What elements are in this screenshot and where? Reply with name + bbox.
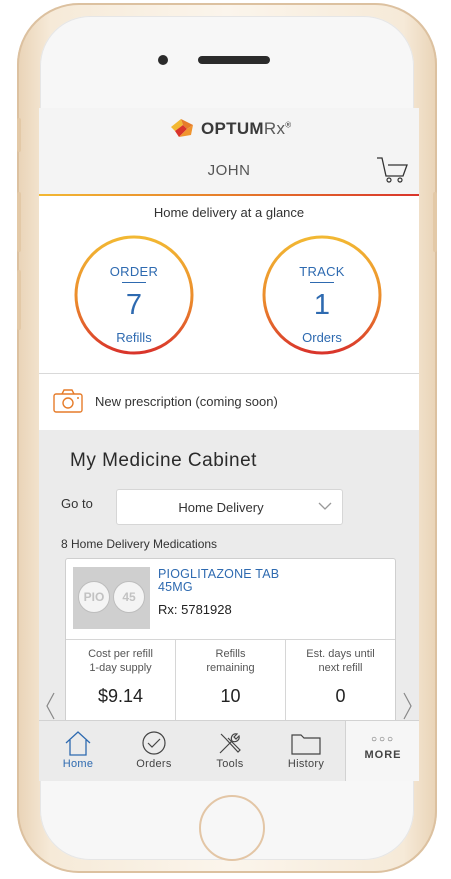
- tab-orders-label: Orders: [136, 758, 172, 770]
- pill-right: 45: [113, 581, 145, 613]
- new-prescription-row[interactable]: New prescription (coming soon): [39, 374, 419, 430]
- days-stat: Est. days until next refill 0: [286, 640, 395, 728]
- app-screen: OPTUMRx® JOHN Home delivery at a glance …: [39, 108, 419, 781]
- order-label-underline: [122, 282, 146, 283]
- cost-label-line2: 1-day supply: [89, 662, 152, 674]
- days-value: 0: [335, 686, 346, 706]
- drug-name[interactable]: PIOGLITAZONE TAB 45MG: [158, 568, 288, 594]
- more-label: MORE: [364, 749, 402, 761]
- order-label: ORDER: [109, 264, 159, 279]
- folder-icon: [291, 734, 321, 755]
- drug-name-line2: 45MG: [158, 580, 193, 594]
- cart-icon[interactable]: [375, 154, 409, 184]
- brand-suffix: Rx: [263, 119, 286, 138]
- chevron-right-icon[interactable]: [403, 692, 413, 720]
- brand-mark: ®: [285, 120, 292, 130]
- mute-switch: [17, 118, 21, 152]
- earpiece-speaker: [198, 56, 270, 64]
- refills-stat: Refills remaining 10: [176, 640, 286, 728]
- order-sublabel: Refills: [116, 330, 152, 345]
- track-sublabel: Orders: [302, 330, 342, 345]
- refills-value: 10: [220, 686, 241, 706]
- camera-icon: [53, 389, 83, 413]
- refills-label-line2: remaining: [206, 662, 255, 674]
- track-label: TRACK: [299, 264, 345, 279]
- optum-logo-icon: [171, 119, 193, 137]
- order-refills-widget[interactable]: ORDER 7 Refills: [73, 234, 195, 356]
- track-label-underline: [310, 282, 334, 283]
- track-orders-widget[interactable]: TRACK 1 Orders: [261, 234, 383, 356]
- home-icon: [65, 731, 91, 756]
- cabinet-title: My Medicine Cabinet: [70, 450, 257, 471]
- medication-stats: Cost per refill 1-day supply $9.14 Refil…: [66, 639, 395, 728]
- header-accent-line: [39, 194, 419, 196]
- medications-count: 8 Home Delivery Medications: [61, 537, 218, 551]
- tab-home[interactable]: Home: [47, 721, 109, 781]
- optumrx-logo: OPTUMRx®: [169, 116, 291, 142]
- days-label-line1: Est. days until: [306, 648, 375, 660]
- more-dots-icon: ○○○: [370, 734, 396, 745]
- volume-down-button: [17, 270, 21, 330]
- goto-select-value: Home Delivery: [178, 500, 264, 515]
- days-label: Est. days until next refill: [286, 647, 395, 675]
- cost-label: Cost per refill 1-day supply: [66, 647, 175, 675]
- user-name: JOHN: [207, 162, 251, 179]
- medication-card[interactable]: PIO 45 PIOGLITAZONE TAB 45MG Rx: 5781928…: [65, 558, 396, 728]
- chevron-left-icon[interactable]: [45, 692, 55, 720]
- home-hardware-button[interactable]: [199, 795, 265, 861]
- tab-history-label: History: [287, 758, 325, 770]
- tab-orders[interactable]: Orders: [123, 721, 185, 781]
- rx-number: Rx: 5781928: [158, 602, 232, 617]
- more-button[interactable]: ○○○ MORE: [345, 721, 419, 781]
- brand-name: OPTUM: [201, 119, 264, 138]
- check-circle-icon: [142, 731, 166, 755]
- new-prescription-label: New prescription (coming soon): [95, 394, 278, 409]
- tab-bar: Home Orders Tools History ○○○ MORE: [39, 720, 419, 781]
- track-count: 1: [313, 289, 331, 321]
- tab-history[interactable]: History: [275, 721, 337, 781]
- tab-home-label: Home: [62, 758, 94, 770]
- tab-tools[interactable]: Tools: [199, 721, 261, 781]
- days-label-line2: next refill: [318, 662, 363, 674]
- pill-left: PIO: [78, 581, 110, 613]
- pill-image: PIO 45: [73, 567, 150, 629]
- power-button: [433, 192, 437, 252]
- cost-stat: Cost per refill 1-day supply $9.14: [66, 640, 176, 728]
- front-camera: [158, 55, 168, 65]
- order-count: 7: [125, 289, 143, 321]
- glance-title: Home delivery at a glance: [153, 205, 305, 220]
- app-header: OPTUMRx® JOHN: [39, 108, 419, 194]
- medicine-cabinet-section: My Medicine Cabinet Go to Home Delivery …: [39, 430, 419, 728]
- refills-label: Refills remaining: [176, 647, 285, 675]
- chevron-down-icon: [318, 502, 332, 510]
- cost-label-line1: Cost per refill: [88, 648, 153, 660]
- tab-tools-label: Tools: [216, 758, 244, 770]
- refills-label-line1: Refills: [215, 648, 246, 660]
- goto-select[interactable]: Home Delivery: [116, 489, 343, 525]
- volume-up-button: [17, 192, 21, 252]
- tools-icon: [219, 733, 241, 754]
- cost-value: $9.14: [97, 686, 144, 706]
- goto-label: Go to: [61, 496, 93, 511]
